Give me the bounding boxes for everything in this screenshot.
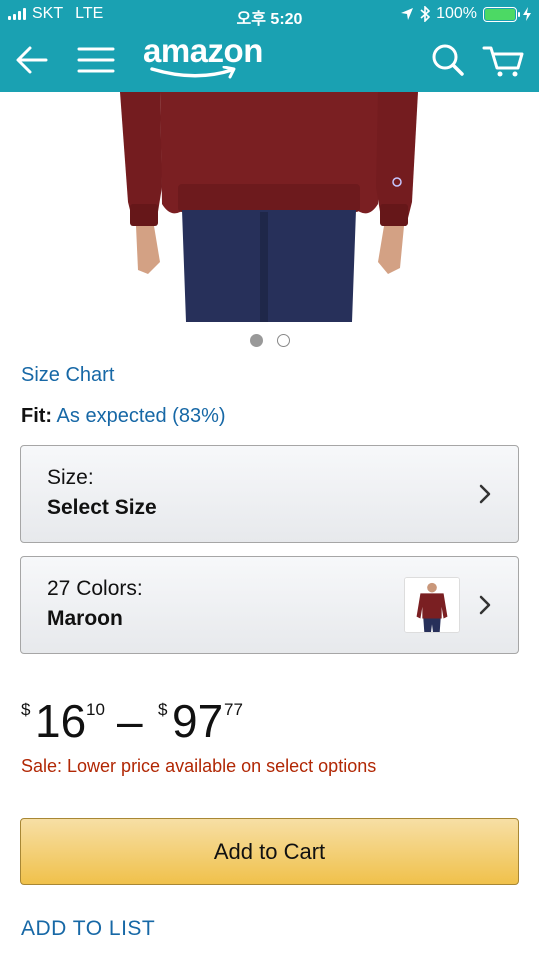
cart-icon[interactable] [482,40,526,80]
price-separator: – [117,695,143,747]
bluetooth-icon [420,6,431,22]
price-low-symbol: $ [21,700,31,719]
amazon-logo[interactable]: amazon [143,32,263,70]
price-low-fraction: 10 [86,700,105,719]
size-label: Size: [47,466,94,489]
color-swatch-thumbnail [404,577,460,633]
sale-notice: Sale: Lower price available on select op… [21,756,377,776]
fit-label: Fit: [21,405,53,427]
size-value: Select Size [47,496,157,519]
product-image[interactable] [120,92,420,322]
back-arrow-icon[interactable] [12,40,52,80]
nav-bar: amazon [0,30,539,92]
color-value: Maroon [47,607,123,630]
location-icon [401,8,414,20]
menu-icon[interactable] [76,40,116,80]
price-high-symbol: $ [158,700,168,719]
size-chart-link[interactable]: Size Chart [21,364,114,387]
fit-value-link[interactable]: As expected (83%) [57,405,226,427]
search-icon[interactable] [428,40,468,80]
add-to-list-link[interactable]: ADD TO LIST [21,917,155,941]
battery-icon [483,6,520,22]
chevron-right-icon [479,484,491,504]
charging-icon [523,7,531,21]
status-right: 100% [400,5,531,23]
size-selector[interactable]: Size: Select Size [20,445,519,543]
fit-info: Fit: As expected (83%) [21,405,226,428]
add-to-cart-button[interactable]: Add to Cart [20,818,519,885]
status-bar: SKT LTE 오후 5:20 100% [0,0,539,30]
price-low-whole: 16 [35,695,87,747]
price-high-fraction: 77 [224,700,243,719]
carousel-dot-2[interactable] [277,334,290,347]
price-high-whole: 97 [172,695,224,747]
battery-percent: 100% [436,5,477,22]
color-label: 27 Colors: [47,577,143,600]
color-selector[interactable]: 27 Colors: Maroon [20,556,519,654]
carousel-dots [250,334,290,347]
chevron-right-icon [479,595,491,615]
amazon-smile-icon [150,66,236,79]
carousel-dot-1[interactable] [250,334,263,347]
